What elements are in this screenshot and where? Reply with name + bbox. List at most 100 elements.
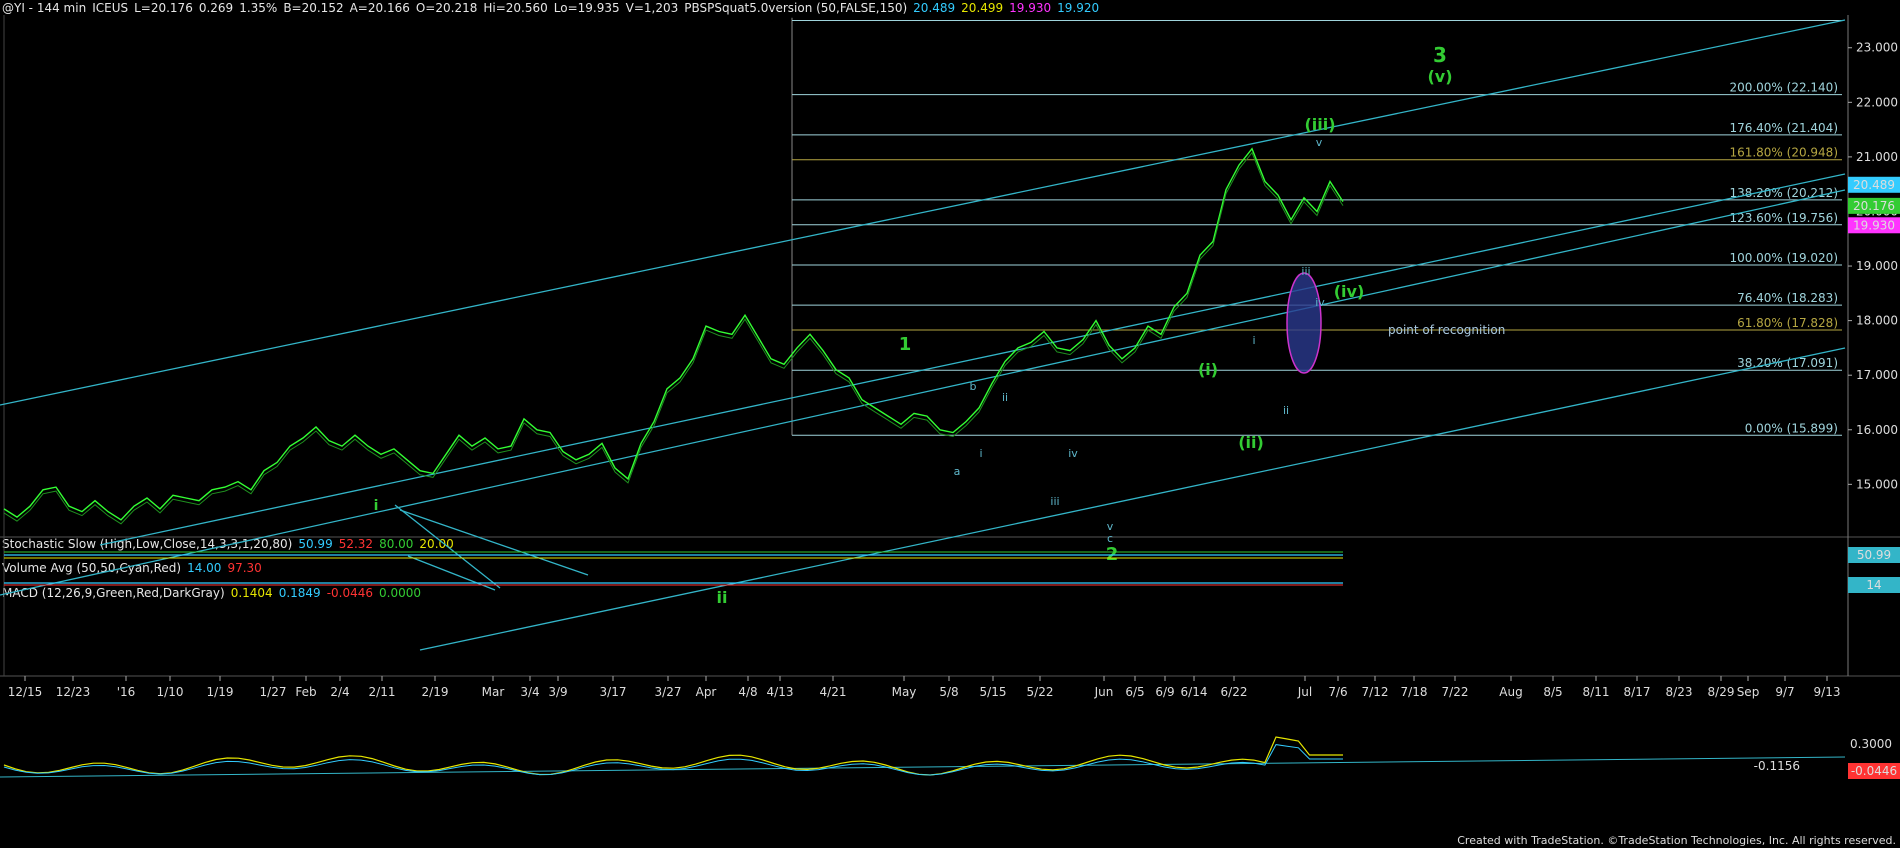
fib-label: 61.80% (17.828) [1737, 316, 1838, 330]
x-tick-label: Apr [696, 685, 717, 699]
wave-label: (i) [1198, 360, 1218, 379]
x-tick-label: 2/19 [422, 685, 449, 699]
x-tick-label: May [892, 685, 917, 699]
x-tick-label: 1/27 [260, 685, 287, 699]
x-tick-label: 3/27 [655, 685, 682, 699]
price-chart[interactable]: 200.00% (22.140)176.40% (21.404)161.80% … [0, 0, 1900, 848]
channel-line [99, 173, 1846, 546]
y-tick-label: 22.000 [1856, 95, 1898, 109]
x-tick-label: 5/8 [939, 685, 958, 699]
price-box-label: 19.930 [1853, 218, 1895, 232]
x-tick-label: 8/23 [1666, 685, 1693, 699]
x-tick-label: Feb [295, 685, 316, 699]
x-tick-label: 7/12 [1362, 685, 1389, 699]
x-tick-label: 4/21 [820, 685, 847, 699]
x-tick-label: 12/23 [56, 685, 91, 699]
wave-label: 1 [899, 334, 912, 355]
x-tick-label: 7/18 [1401, 685, 1428, 699]
wave-label: i [1252, 334, 1255, 347]
macd-signal-line [3, 744, 1343, 776]
wave-label: i [374, 498, 379, 514]
x-tick-label: 3/9 [548, 685, 567, 699]
x-tick-label: 8/17 [1624, 685, 1651, 699]
stochastic-box-label: 50.99 [1857, 548, 1891, 562]
x-tick-label: 5/22 [1027, 685, 1054, 699]
x-tick-label: 9/7 [1775, 685, 1794, 699]
x-tick-label: 8/11 [1583, 685, 1610, 699]
x-tick-label: 6/5 [1125, 685, 1144, 699]
price-box-label: 20.176 [1853, 199, 1895, 213]
channel-line [0, 19, 1846, 406]
wave-label: a [954, 465, 961, 478]
x-tick-label: 8/5 [1543, 685, 1562, 699]
fib-label: 176.40% (21.404) [1729, 121, 1838, 135]
x-tick-label: Sep [1737, 685, 1760, 699]
x-tick-label: 3/17 [600, 685, 627, 699]
fib-label: 161.80% (20.948) [1729, 146, 1838, 160]
x-tick-label: '16 [117, 685, 136, 699]
wave-label: ii [1283, 404, 1289, 417]
x-tick-label: 4/13 [767, 685, 794, 699]
channel-line [394, 504, 501, 589]
channel-line [0, 189, 1846, 596]
x-tick-label: 7/22 [1442, 685, 1469, 699]
fib-label: 0.00% (15.899) [1745, 421, 1838, 435]
wave-label: iii [1301, 265, 1310, 278]
fib-label: 100.00% (19.020) [1729, 251, 1838, 265]
wave-label: iii [1050, 495, 1059, 508]
y-tick-label: 23.000 [1856, 41, 1898, 55]
wave-label: iv [1315, 296, 1325, 309]
channel-line [399, 509, 589, 576]
wave-label: (iv) [1334, 282, 1365, 301]
fib-label: 76.40% (18.283) [1737, 291, 1838, 305]
price-box-label: 20.489 [1853, 178, 1895, 192]
x-tick-label: Mar [482, 685, 505, 699]
y-tick-label: 19.000 [1856, 259, 1898, 273]
x-tick-label: Jun [1094, 685, 1114, 699]
wave-label: b [970, 380, 977, 393]
x-tick-label: 8/29 [1708, 685, 1735, 699]
channel-line [419, 347, 1846, 651]
volume-box-label: 14 [1866, 578, 1881, 592]
x-tick-label: 2/4 [330, 685, 349, 699]
wave-label: 3 [1433, 43, 1447, 67]
x-tick-label: 6/14 [1181, 685, 1208, 699]
x-tick-label: Jul [1297, 685, 1312, 699]
x-tick-label: 4/8 [738, 685, 757, 699]
price-shadow-line [3, 151, 1344, 525]
fib-label: 138.20% (20.212) [1729, 186, 1838, 200]
x-tick-label: 5/15 [980, 685, 1007, 699]
wave-label: iv [1068, 447, 1078, 460]
wave-label: point of recognition [1388, 323, 1505, 337]
y-tick-label: 17.000 [1856, 368, 1898, 382]
x-tick-label: 6/9 [1155, 685, 1174, 699]
macd-axis-label: 0.3000 [1850, 737, 1892, 751]
wave-label: (v) [1427, 67, 1452, 86]
x-tick-label: Aug [1499, 685, 1522, 699]
y-tick-label: 15.000 [1856, 477, 1898, 491]
x-tick-label: 3/4 [520, 685, 539, 699]
footer-copyright: Created with TradeStation. ©TradeStation… [1457, 834, 1896, 847]
wave-label: i [979, 447, 982, 460]
fib-label: 123.60% (19.756) [1729, 211, 1838, 225]
y-tick-label: 21.000 [1856, 150, 1898, 164]
x-tick-label: 12/15 [8, 685, 43, 699]
y-tick-label: 16.000 [1856, 423, 1898, 437]
point-of-recognition-marker [1286, 272, 1322, 374]
x-tick-label: 6/22 [1221, 685, 1248, 699]
x-tick-label: 7/6 [1328, 685, 1347, 699]
x-tick-label: 1/19 [207, 685, 234, 699]
wave-label: ii [717, 588, 728, 607]
x-tick-label: 9/13 [1814, 685, 1841, 699]
x-tick-label: 1/10 [157, 685, 184, 699]
wave-label: (iii) [1304, 115, 1335, 134]
y-tick-label: 18.000 [1856, 314, 1898, 328]
fib-label: 200.00% (22.140) [1729, 81, 1838, 95]
x-tick-label: 2/11 [369, 685, 396, 699]
wave-label: ii [1002, 391, 1008, 404]
wave-label: (ii) [1238, 433, 1264, 452]
macd-box-label: -0.0446 [1851, 764, 1897, 778]
price-line [3, 147, 1344, 521]
macd-trend-label: -0.1156 [1754, 759, 1800, 773]
wave-label: v [1316, 136, 1323, 149]
